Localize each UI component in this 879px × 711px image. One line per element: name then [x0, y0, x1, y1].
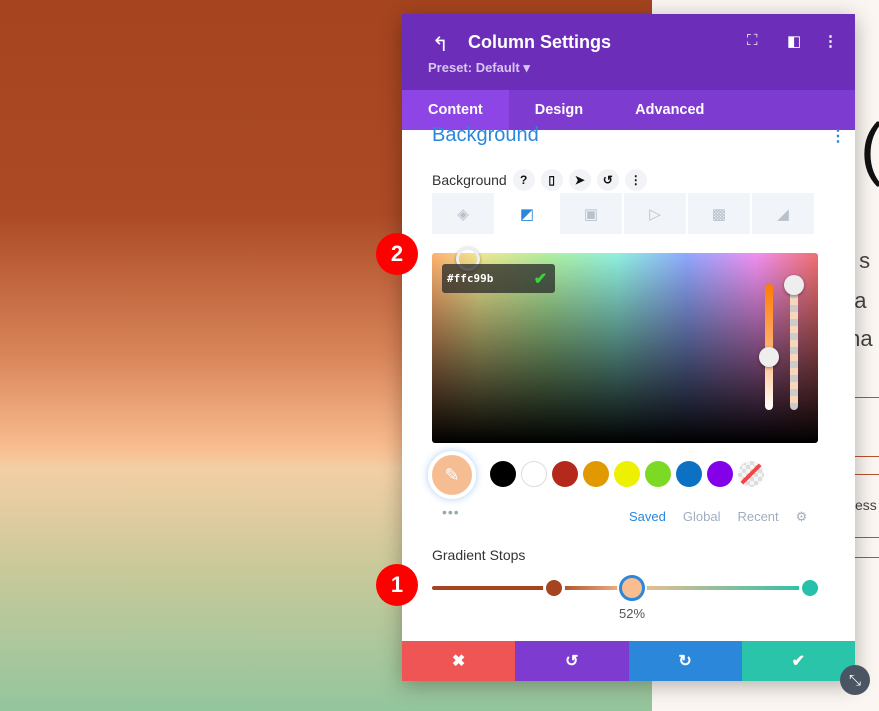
- background-type-tabs: ◈ ◩ ▣ ▷ ▩ ◢: [432, 193, 814, 234]
- resize-icon[interactable]: ⤡: [840, 665, 870, 695]
- opacity-slider[interactable]: [790, 284, 798, 410]
- color-swatch[interactable]: [583, 461, 609, 487]
- heading-fragment: (: [860, 108, 879, 188]
- pattern-tab-icon[interactable]: ▩: [688, 193, 750, 234]
- undo-button[interactable]: ↺: [515, 641, 629, 681]
- responsive-icon[interactable]: ▯: [540, 169, 563, 191]
- eyedropper-icon: ✎: [444, 464, 460, 485]
- color-swatch[interactable]: [552, 461, 578, 487]
- help-icon[interactable]: ?: [512, 169, 535, 191]
- gradient-tab-icon[interactable]: ◩: [496, 193, 558, 234]
- category-recent[interactable]: Recent: [737, 509, 778, 525]
- color-swatch[interactable]: [490, 461, 516, 487]
- annotation-badge: 2: [376, 233, 418, 275]
- panel-footer: ✖ ↺ ↻ ✔: [402, 641, 855, 681]
- color-swatch[interactable]: [521, 461, 547, 487]
- palette-categories: Saved Global Recent ⚙: [629, 509, 807, 525]
- image-tab-icon[interactable]: ▣: [560, 193, 622, 234]
- panel-header: ↰ Column Settings Preset: Default ▾ ⛶ ◧ …: [402, 14, 855, 90]
- hue-slider-handle[interactable]: [759, 347, 779, 367]
- background-field-header: Background ? ▯ ➤ ↺ ⋮: [432, 169, 647, 191]
- category-global[interactable]: Global: [683, 509, 721, 525]
- color-swatch[interactable]: [614, 461, 640, 487]
- divider: [855, 537, 879, 538]
- reset-icon[interactable]: ↺: [596, 169, 619, 191]
- confirm-check-icon[interactable]: ✔: [526, 264, 555, 293]
- gradient-stop[interactable]: [546, 580, 562, 596]
- preset-dropdown[interactable]: Preset: Default ▾: [428, 60, 530, 76]
- divider: [855, 557, 879, 558]
- color-swatch[interactable]: [738, 461, 764, 487]
- color-tab-paint-bucket-icon[interactable]: ◈: [432, 193, 494, 234]
- hover-cursor-icon[interactable]: ➤: [568, 169, 591, 191]
- color-swatch[interactable]: [676, 461, 702, 487]
- stop-position-label: 52%: [619, 606, 646, 621]
- tab-advanced[interactable]: Advanced: [609, 90, 730, 130]
- text-fragment: ess: [855, 497, 877, 513]
- eyedropper-current-color[interactable]: ✎: [428, 451, 476, 499]
- gradient-stops-label: Gradient Stops: [432, 547, 526, 563]
- video-tab-icon[interactable]: ▷: [624, 193, 686, 234]
- field-options-icon[interactable]: ⋮: [624, 169, 647, 191]
- color-swatch[interactable]: [707, 461, 733, 487]
- hex-input-box: ✔: [442, 264, 555, 293]
- fullscreen-icon[interactable]: ⛶: [747, 32, 758, 49]
- section-menu-icon[interactable]: ⋮: [830, 126, 846, 146]
- palette-settings-gear-icon[interactable]: ⚙: [796, 509, 808, 525]
- field-label: Background: [432, 172, 507, 188]
- more-options-icon[interactable]: ⋮: [823, 32, 838, 50]
- opacity-slider-handle[interactable]: [784, 275, 804, 295]
- panel-title: Column Settings: [468, 32, 611, 52]
- gradient-stop-selected[interactable]: [619, 575, 645, 601]
- column-settings-panel: ↰ Column Settings Preset: Default ▾ ⛶ ◧ …: [402, 14, 855, 681]
- cancel-button[interactable]: ✖: [402, 641, 516, 681]
- hex-input[interactable]: [442, 272, 526, 285]
- section-title[interactable]: Background: [432, 124, 539, 147]
- mask-tab-icon[interactable]: ◢: [752, 193, 814, 234]
- divider: [855, 397, 879, 398]
- gradient-stop[interactable]: [802, 580, 818, 596]
- sidebar-layout-icon[interactable]: ◧: [787, 32, 801, 50]
- more-swatches-icon[interactable]: •••: [442, 504, 460, 520]
- category-saved[interactable]: Saved: [629, 509, 666, 525]
- color-swatch[interactable]: [645, 461, 671, 487]
- back-arrow-icon[interactable]: ↰: [432, 32, 449, 57]
- save-button[interactable]: ✔: [741, 641, 855, 681]
- annotation-badge: 1: [376, 564, 418, 606]
- divider: [855, 456, 879, 457]
- redo-button[interactable]: ↻: [628, 641, 742, 681]
- divider: [855, 474, 879, 475]
